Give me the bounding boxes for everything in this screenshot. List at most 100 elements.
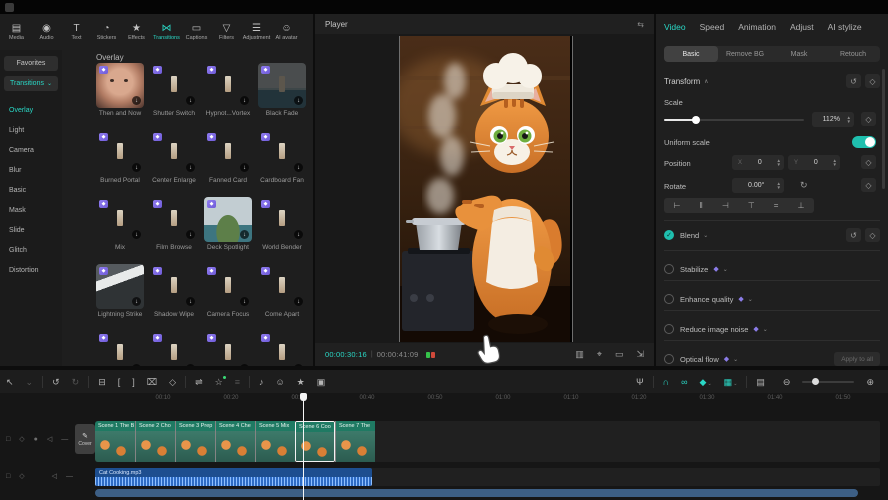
transition-tile[interactable]: ◆↓	[150, 331, 198, 366]
preview-quality-icon[interactable]: ▥	[575, 349, 584, 360]
sidebar-item-camera[interactable]: Camera	[0, 140, 62, 160]
timeline-clip[interactable]: Scene 6 Coo	[295, 421, 335, 462]
rotate-dial-icon[interactable]: ↻	[800, 180, 808, 191]
zoom-out-icon[interactable]: ⊖	[777, 377, 797, 388]
timeline-view-icon[interactable]: ▤	[750, 377, 771, 388]
scale-value-field[interactable]: 112% ▲▼	[812, 112, 854, 127]
sidebar-category-transitions[interactable]: Transitions ⌄	[4, 76, 58, 91]
transition-tile[interactable]: ◆↓	[204, 331, 252, 366]
subtab-remove-bg[interactable]: Remove BG	[718, 46, 772, 62]
chevron-down-icon[interactable]: ⌄	[723, 266, 728, 273]
top-tab-adjustment[interactable]: ☰Adjustment	[242, 16, 271, 48]
smart-tool-icon[interactable]: ☆	[209, 377, 229, 388]
align-bottom-icon[interactable]: ⊥	[797, 201, 804, 210]
position-y-field[interactable]: Y 0 ▲▼	[788, 155, 840, 170]
sidebar-item-mask[interactable]: Mask	[0, 200, 62, 220]
transition-tile[interactable]: ◆↓	[96, 331, 144, 366]
tab-animation[interactable]: Animation	[738, 22, 776, 32]
zoom-slider-knob[interactable]	[812, 378, 819, 385]
scale-slider[interactable]	[664, 119, 804, 121]
effects-wand-icon[interactable]: ★	[291, 377, 311, 388]
select-tool-icon[interactable]: ↖	[0, 377, 20, 388]
transition-tile[interactable]: ◆↓World Bender	[258, 197, 306, 250]
av-indicator-icon[interactable]	[426, 352, 435, 358]
align-center-h-icon[interactable]: ‖	[699, 201, 702, 210]
freeze-icon[interactable]: ◇	[163, 377, 182, 388]
transition-tile[interactable]: ◆↓Cardboard Fan	[258, 130, 306, 183]
keyframe-position-button[interactable]: ◇	[861, 155, 876, 169]
transition-tile[interactable]: ◆↓Lightning Strike	[96, 264, 144, 317]
transition-tile[interactable]: ◆↓Shadow Wipe	[150, 264, 198, 317]
chevron-down-icon[interactable]: ⌄	[703, 232, 708, 239]
reverse-icon[interactable]: ⇌	[189, 377, 209, 388]
feature-checkbox[interactable]	[664, 354, 674, 364]
align-left-icon[interactable]: ⊢	[674, 201, 681, 210]
chevron-down-icon[interactable]: ⌄	[733, 356, 738, 363]
sidebar-item-light[interactable]: Light	[0, 120, 62, 140]
feature-checkbox[interactable]	[664, 294, 674, 304]
blend-checkbox[interactable]: ✓	[664, 230, 674, 240]
sidebar-item-basic[interactable]: Basic	[0, 180, 62, 200]
timeline-clip[interactable]: Scene 5 Mix	[255, 421, 295, 462]
playhead-handle[interactable]	[300, 393, 307, 401]
mute-icon[interactable]: ◁	[47, 435, 52, 443]
player-options-icon[interactable]: ⇆	[637, 20, 644, 29]
transition-tile[interactable]: ◆↓Shutter Switch	[150, 63, 198, 116]
chevron-down-icon[interactable]: ⌄	[763, 326, 768, 333]
preview-axis-icon[interactable]: ▦⌄	[718, 377, 744, 388]
reset-blend-button[interactable]: ↺	[846, 228, 861, 242]
playhead[interactable]	[303, 393, 304, 500]
collapse-track-icon[interactable]: —	[61, 436, 68, 443]
tab-speed[interactable]: Speed	[700, 22, 725, 32]
timeline-clip[interactable]: Scene 1 The B	[95, 421, 135, 462]
sidebar-favorites[interactable]: Favorites	[4, 56, 58, 71]
transition-tile[interactable]: ◆↓Fanned Card	[204, 130, 252, 183]
mute-icon[interactable]: ◁	[52, 472, 57, 480]
scale-stepper[interactable]: ▲▼	[847, 116, 851, 124]
feature-checkbox[interactable]	[664, 264, 674, 274]
top-tab-media[interactable]: ▤Media	[2, 16, 31, 48]
transition-tile[interactable]: ◆↓Come Apart	[258, 264, 306, 317]
lock-icon[interactable]: ◇	[19, 435, 24, 443]
keyframe-blend-button[interactable]: ◇	[865, 228, 880, 242]
tab-ai-stylize[interactable]: AI stylize	[828, 22, 862, 32]
delete-icon[interactable]: ⌧	[141, 377, 163, 388]
transition-tile[interactable]: ◆↓Black Fade	[258, 63, 306, 116]
uniform-scale-toggle[interactable]	[852, 136, 876, 148]
transition-tile[interactable]: ◆↓Deck Spotlight	[204, 197, 252, 250]
split-icon[interactable]: ⊟	[92, 377, 112, 388]
align-top-icon[interactable]: ⊤	[748, 201, 755, 210]
transition-tile[interactable]: ◆↓Burned Portal	[96, 130, 144, 183]
fullscreen-icon[interactable]: ⇲	[636, 349, 644, 360]
inspector-scrollbar[interactable]	[882, 69, 885, 189]
top-tab-stickers[interactable]: ◔Stickers	[92, 16, 121, 48]
tool-dropdown-icon[interactable]: ⌄	[20, 377, 40, 388]
zoom-in-icon[interactable]: ⊕	[860, 377, 880, 388]
transition-tile[interactable]: ◆↓Hypnot...Vortex	[204, 63, 252, 116]
audio-clip[interactable]: Cat Cooking.mp3	[95, 468, 372, 486]
timeline-clip[interactable]: Scene 2 Cho	[135, 421, 175, 462]
rotate-field[interactable]: 0.00° ▲▼	[732, 178, 784, 193]
keyframe-scale-button[interactable]: ◇	[861, 112, 876, 126]
track-options-icon[interactable]: □	[6, 436, 10, 443]
top-tab-captions[interactable]: ▭Captions	[182, 16, 211, 48]
mute-clip-icon[interactable]: ♪	[253, 377, 270, 387]
top-tab-filters[interactable]: ▽Filters	[212, 16, 241, 48]
transition-tile[interactable]: ◆↓Center Enlarge	[150, 130, 198, 183]
timeline-clip[interactable]: Scene 4 Che	[215, 421, 255, 462]
subtab-retouch[interactable]: Retouch	[826, 46, 880, 62]
keyframe-toggle-icon[interactable]: ◆⌄	[694, 377, 718, 388]
keyframe-rotate-button[interactable]: ◇	[861, 178, 876, 192]
top-tab-ai-avatar[interactable]: ☺AI avatar	[272, 16, 301, 48]
rotate-stepper[interactable]: ▲▼	[777, 182, 781, 190]
sidebar-item-slide[interactable]: Slide	[0, 220, 62, 240]
record-icon[interactable]: ▣	[311, 377, 332, 388]
subtab-basic[interactable]: Basic	[664, 46, 718, 62]
trim-left-icon[interactable]: [	[112, 377, 127, 387]
mic-icon[interactable]: Ψ	[630, 377, 650, 387]
transition-tile[interactable]: ◆↓Film Browse	[150, 197, 198, 250]
collapse-icon[interactable]: ∧	[704, 78, 708, 85]
transition-tile[interactable]: ◆↓	[258, 331, 306, 366]
top-tab-effects[interactable]: ★Effects	[122, 16, 151, 48]
transition-tile[interactable]: ◆↓Mix	[96, 197, 144, 250]
